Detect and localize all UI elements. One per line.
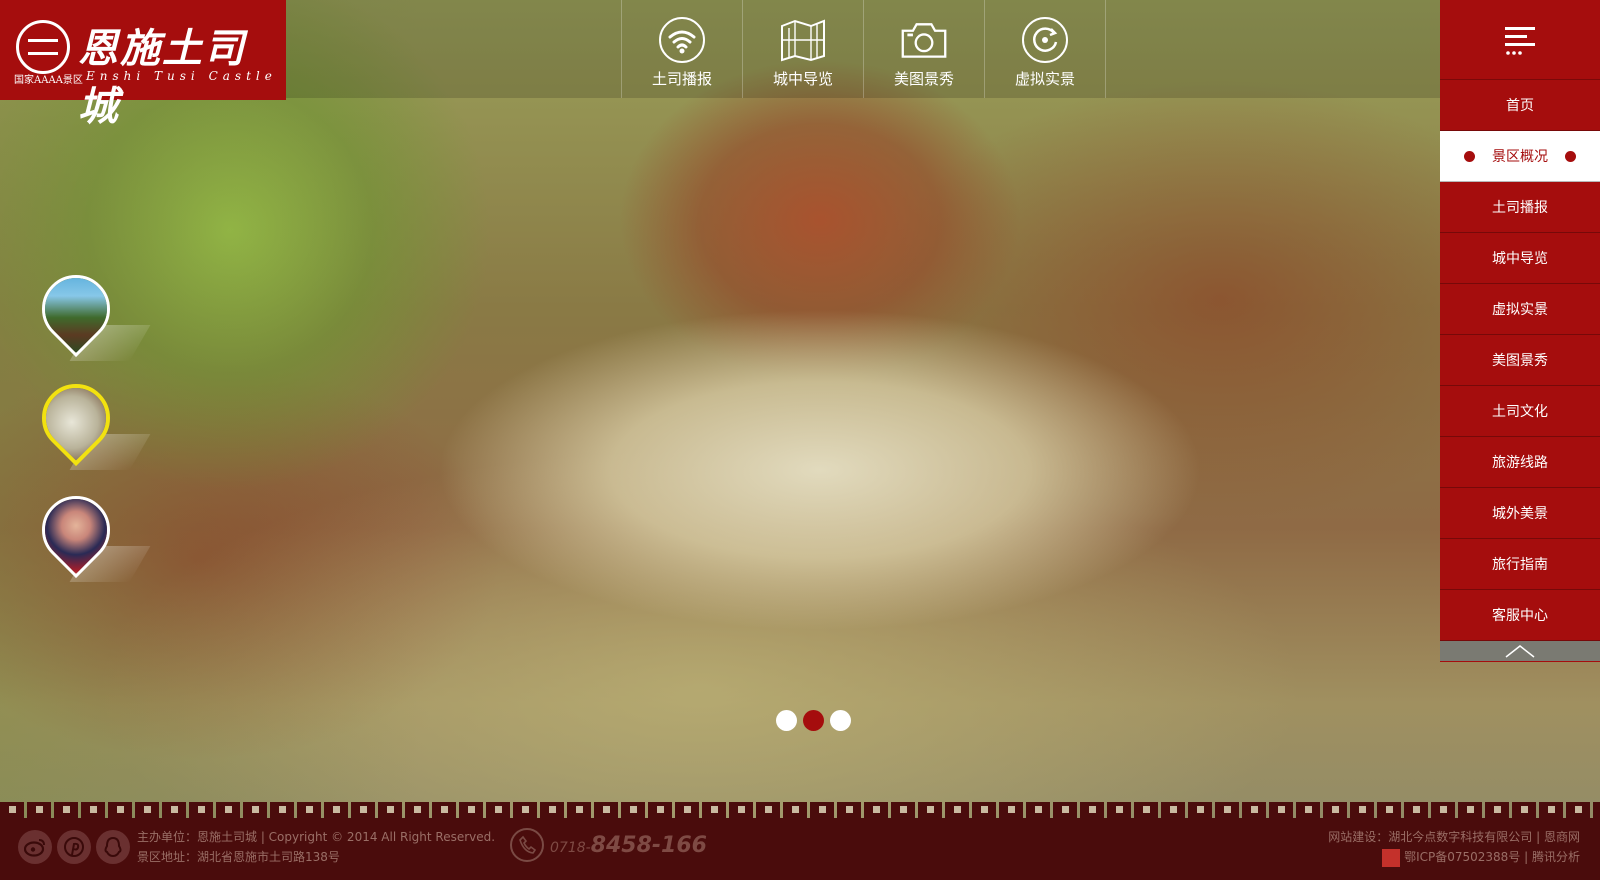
slider-pagination — [776, 710, 851, 731]
active-dot-icon — [1565, 151, 1576, 162]
side-menu: 首页 景区概况 土司播报 城中导览 虚拟实景 美图景秀 土司文化 旅游线路 城外… — [1440, 0, 1600, 662]
side-menu-item-service[interactable]: 客服中心 — [1440, 590, 1600, 641]
phone-number: 0718-8458-166 — [550, 833, 707, 858]
top-nav-label: 虚拟实景 — [1014, 70, 1075, 88]
footer: 主办单位：恩施土司城 | Copyright © 2014 All Right … — [0, 818, 1600, 880]
costume-girl-thumbnail[interactable] — [27, 481, 151, 590]
weibo-link[interactable] — [18, 830, 52, 864]
separator: | — [1532, 830, 1544, 844]
menu-item-label: 城中导览 — [1492, 251, 1548, 267]
top-nav-broadcast[interactable]: 土司播报 — [622, 0, 743, 98]
menu-item-label: 虚拟实景 — [1492, 302, 1548, 318]
icp-link[interactable]: 鄂ICP备07502388号 — [1404, 850, 1520, 864]
side-menu-item-culture[interactable]: 土司文化 — [1440, 386, 1600, 437]
phone-icon — [510, 828, 544, 862]
footer-address-line: 景区地址：湖北省恩施市土司路138号 — [137, 850, 340, 864]
menu-toggle-button[interactable] — [1440, 0, 1600, 80]
side-menu-item-overview[interactable]: 景区概况 — [1440, 131, 1600, 182]
top-nav-guide[interactable]: 城中导览 — [743, 0, 864, 98]
slider-dot-1[interactable] — [776, 710, 797, 731]
enshang-link[interactable]: 恩商网 — [1544, 830, 1580, 844]
menu-item-label: 城外美景 — [1492, 506, 1548, 522]
menu-item-label: 美图景秀 — [1492, 353, 1548, 369]
site-logo[interactable]: 恩施土司城 国家AAAA景区 Enshi Tusi Castle — [0, 0, 286, 130]
slider-dot-3[interactable] — [830, 710, 851, 731]
footer-host-line: 主办单位：恩施土司城 | Copyright © 2014 All Right … — [137, 830, 496, 844]
menu-item-label: 景区概况 — [1492, 149, 1548, 165]
phone-digits: 8458-166 — [590, 832, 707, 858]
builder-link[interactable]: 湖北今点数字科技有限公司 — [1388, 830, 1532, 844]
scroll-up-button[interactable] — [1440, 641, 1600, 661]
menu-item-label: 旅行指南 — [1492, 557, 1548, 573]
analytics-link[interactable]: 腾讯分析 — [1532, 850, 1580, 864]
wifi-icon — [658, 16, 706, 64]
active-dot-icon — [1464, 151, 1475, 162]
side-menu-item-outside-scenery[interactable]: 城外美景 — [1440, 488, 1600, 539]
map-icon — [779, 16, 827, 64]
top-nav-label: 城中导览 — [772, 70, 833, 88]
camera-icon — [900, 16, 948, 64]
side-menu-item-guide[interactable]: 城中导览 — [1440, 233, 1600, 284]
footer-phone: 0718-8458-166 — [510, 828, 707, 862]
menu-item-label: 旅游线路 — [1492, 455, 1548, 471]
pavilion-thumbnail[interactable] — [27, 260, 151, 369]
qq-link[interactable] — [96, 830, 130, 864]
menu-icon — [1505, 26, 1535, 55]
side-menu-item-broadcast[interactable]: 土司播报 — [1440, 182, 1600, 233]
phone-prefix: 0718- — [550, 839, 591, 856]
side-menu-item-travel-guide[interactable]: 旅行指南 — [1440, 539, 1600, 590]
side-menu-item-home[interactable]: 首页 — [1440, 80, 1600, 131]
side-menu-item-gallery[interactable]: 美图景秀 — [1440, 335, 1600, 386]
weibo-icon — [24, 839, 45, 857]
top-nav-gallery[interactable]: 美图景秀 — [864, 0, 985, 98]
top-nav-label: 美图景秀 — [893, 70, 954, 88]
logo-seal-icon — [16, 20, 70, 74]
pinterest-icon — [64, 837, 84, 857]
icp-badge-icon — [1382, 848, 1401, 867]
menu-item-label: 土司播报 — [1492, 200, 1548, 216]
footer-builder-line: 网站建设：湖北今点数字科技有限公司 | 恩商网 — [1328, 828, 1580, 845]
footer-icp-line: 鄂ICP备07502388号 | 腾讯分析 — [1382, 848, 1580, 867]
top-nav-label: 土司播报 — [651, 70, 712, 88]
rotate-360-icon — [1021, 16, 1069, 64]
menu-item-label: 首页 — [1506, 98, 1534, 114]
tiger-statue-thumbnail[interactable] — [27, 369, 151, 478]
side-menu-item-virtual-tour[interactable]: 虚拟实景 — [1440, 284, 1600, 335]
slider-dot-2[interactable] — [803, 710, 824, 731]
pinterest-link[interactable] — [57, 830, 91, 864]
top-nav: 土司播报 城中导览 美图景秀 虚拟实景 — [621, 0, 1106, 98]
logo-english-name: Enshi Tusi Castle — [86, 69, 277, 83]
qq-icon — [104, 836, 122, 858]
separator: | — [1520, 850, 1532, 864]
side-menu-item-routes[interactable]: 旅游线路 — [1440, 437, 1600, 488]
menu-item-label: 土司文化 — [1492, 404, 1548, 420]
top-nav-virtual-tour[interactable]: 虚拟实景 — [985, 0, 1106, 98]
chevron-up-icon — [1505, 645, 1535, 658]
builder-prefix: 网站建设： — [1328, 830, 1389, 844]
menu-item-label: 客服中心 — [1492, 608, 1548, 624]
logo-level-text: 国家AAAA景区 — [14, 75, 83, 86]
